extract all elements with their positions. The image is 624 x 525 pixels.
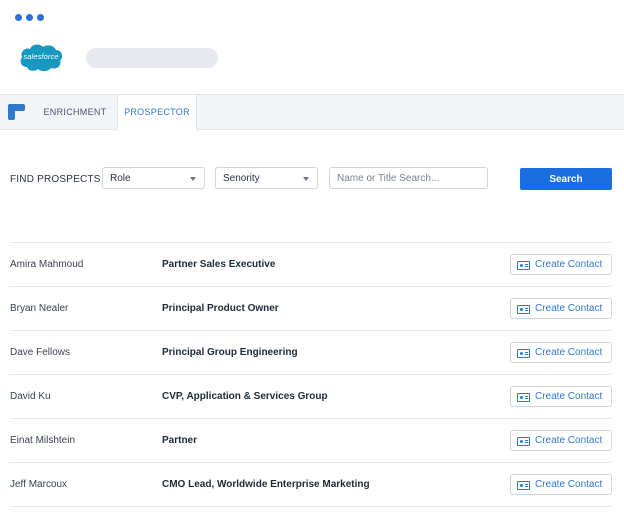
prospect-title: CMO Lead, Worldwide Enterprise Marketing xyxy=(162,479,370,490)
contact-card-icon xyxy=(517,305,530,314)
prospect-name: Amira Mahmoud xyxy=(10,259,84,270)
create-contact-button[interactable]: Create Contact xyxy=(510,474,612,495)
prospect-title: Partner xyxy=(162,435,198,446)
window-menu-dots[interactable] xyxy=(15,14,44,21)
dot xyxy=(37,14,44,21)
contact-card-icon xyxy=(517,481,530,490)
prospect-name: David Ku xyxy=(10,391,51,402)
contact-card-icon xyxy=(517,349,530,358)
logo-text: salesforce xyxy=(23,52,59,61)
chevron-down-icon xyxy=(303,177,309,181)
search-button[interactable]: Search xyxy=(520,168,612,190)
name-title-search-input[interactable] xyxy=(329,167,488,189)
role-select[interactable]: Role xyxy=(102,167,205,189)
prospect-title: CVP, Application & Services Group xyxy=(162,391,328,402)
create-contact-button[interactable]: Create Contact xyxy=(510,254,612,275)
find-prospects-label: FIND PROSPECTS xyxy=(10,174,101,185)
chevron-down-icon xyxy=(190,177,196,181)
tab-prospector[interactable]: PROSPECTOR xyxy=(117,95,197,130)
prospect-name: Dave Fellows xyxy=(10,347,71,358)
prospect-name: Bryan Nealer xyxy=(10,303,69,314)
create-contact-button[interactable]: Create Contact xyxy=(510,298,612,319)
dot xyxy=(26,14,33,21)
create-contact-label: Create Contact xyxy=(535,259,603,270)
table-row: David Ku CVP, Application & Services Gro… xyxy=(10,374,612,418)
prospect-name: Jeff Marcoux xyxy=(10,479,68,490)
seniority-select-value: Senority xyxy=(223,173,260,184)
dot xyxy=(15,14,22,21)
create-contact-button[interactable]: Create Contact xyxy=(510,386,612,407)
create-contact-label: Create Contact xyxy=(535,479,603,490)
create-contact-button[interactable]: Create Contact xyxy=(510,342,612,363)
create-contact-button[interactable]: Create Contact xyxy=(510,430,612,451)
table-row: Dave Fellows Principal Group Engineering… xyxy=(10,330,612,374)
prospect-title: Principal Group Engineering xyxy=(162,347,298,358)
seniority-select[interactable]: Senority xyxy=(215,167,318,189)
contact-card-icon xyxy=(517,437,530,446)
app-logo-icon xyxy=(6,102,26,122)
table-row: Einat Milshtein Partner Create Contact xyxy=(10,418,612,462)
create-contact-label: Create Contact xyxy=(535,347,603,358)
contact-card-icon xyxy=(517,261,530,270)
address-bar[interactable] xyxy=(86,48,218,68)
create-contact-label: Create Contact xyxy=(535,435,603,446)
table-row: Jeff Marcoux CMO Lead, Worldwide Enterpr… xyxy=(10,462,612,507)
create-contact-label: Create Contact xyxy=(535,391,603,402)
salesforce-logo: salesforce xyxy=(18,41,64,73)
table-row: Bryan Nealer Principal Product Owner Cre… xyxy=(10,286,612,330)
prospect-name: Einat Milshtein xyxy=(10,435,76,446)
prospects-table: Amira Mahmoud Partner Sales Executive Cr… xyxy=(10,242,612,507)
table-row: Amira Mahmoud Partner Sales Executive Cr… xyxy=(10,242,612,286)
contact-card-icon xyxy=(517,393,530,402)
prospect-title: Principal Product Owner xyxy=(162,303,279,314)
tab-bar: ENRICHMENT PROSPECTOR xyxy=(0,94,624,130)
prospect-title: Partner Sales Executive xyxy=(162,259,276,270)
role-select-value: Role xyxy=(110,173,131,184)
tab-enrichment[interactable]: ENRICHMENT xyxy=(36,95,114,129)
create-contact-label: Create Contact xyxy=(535,303,603,314)
